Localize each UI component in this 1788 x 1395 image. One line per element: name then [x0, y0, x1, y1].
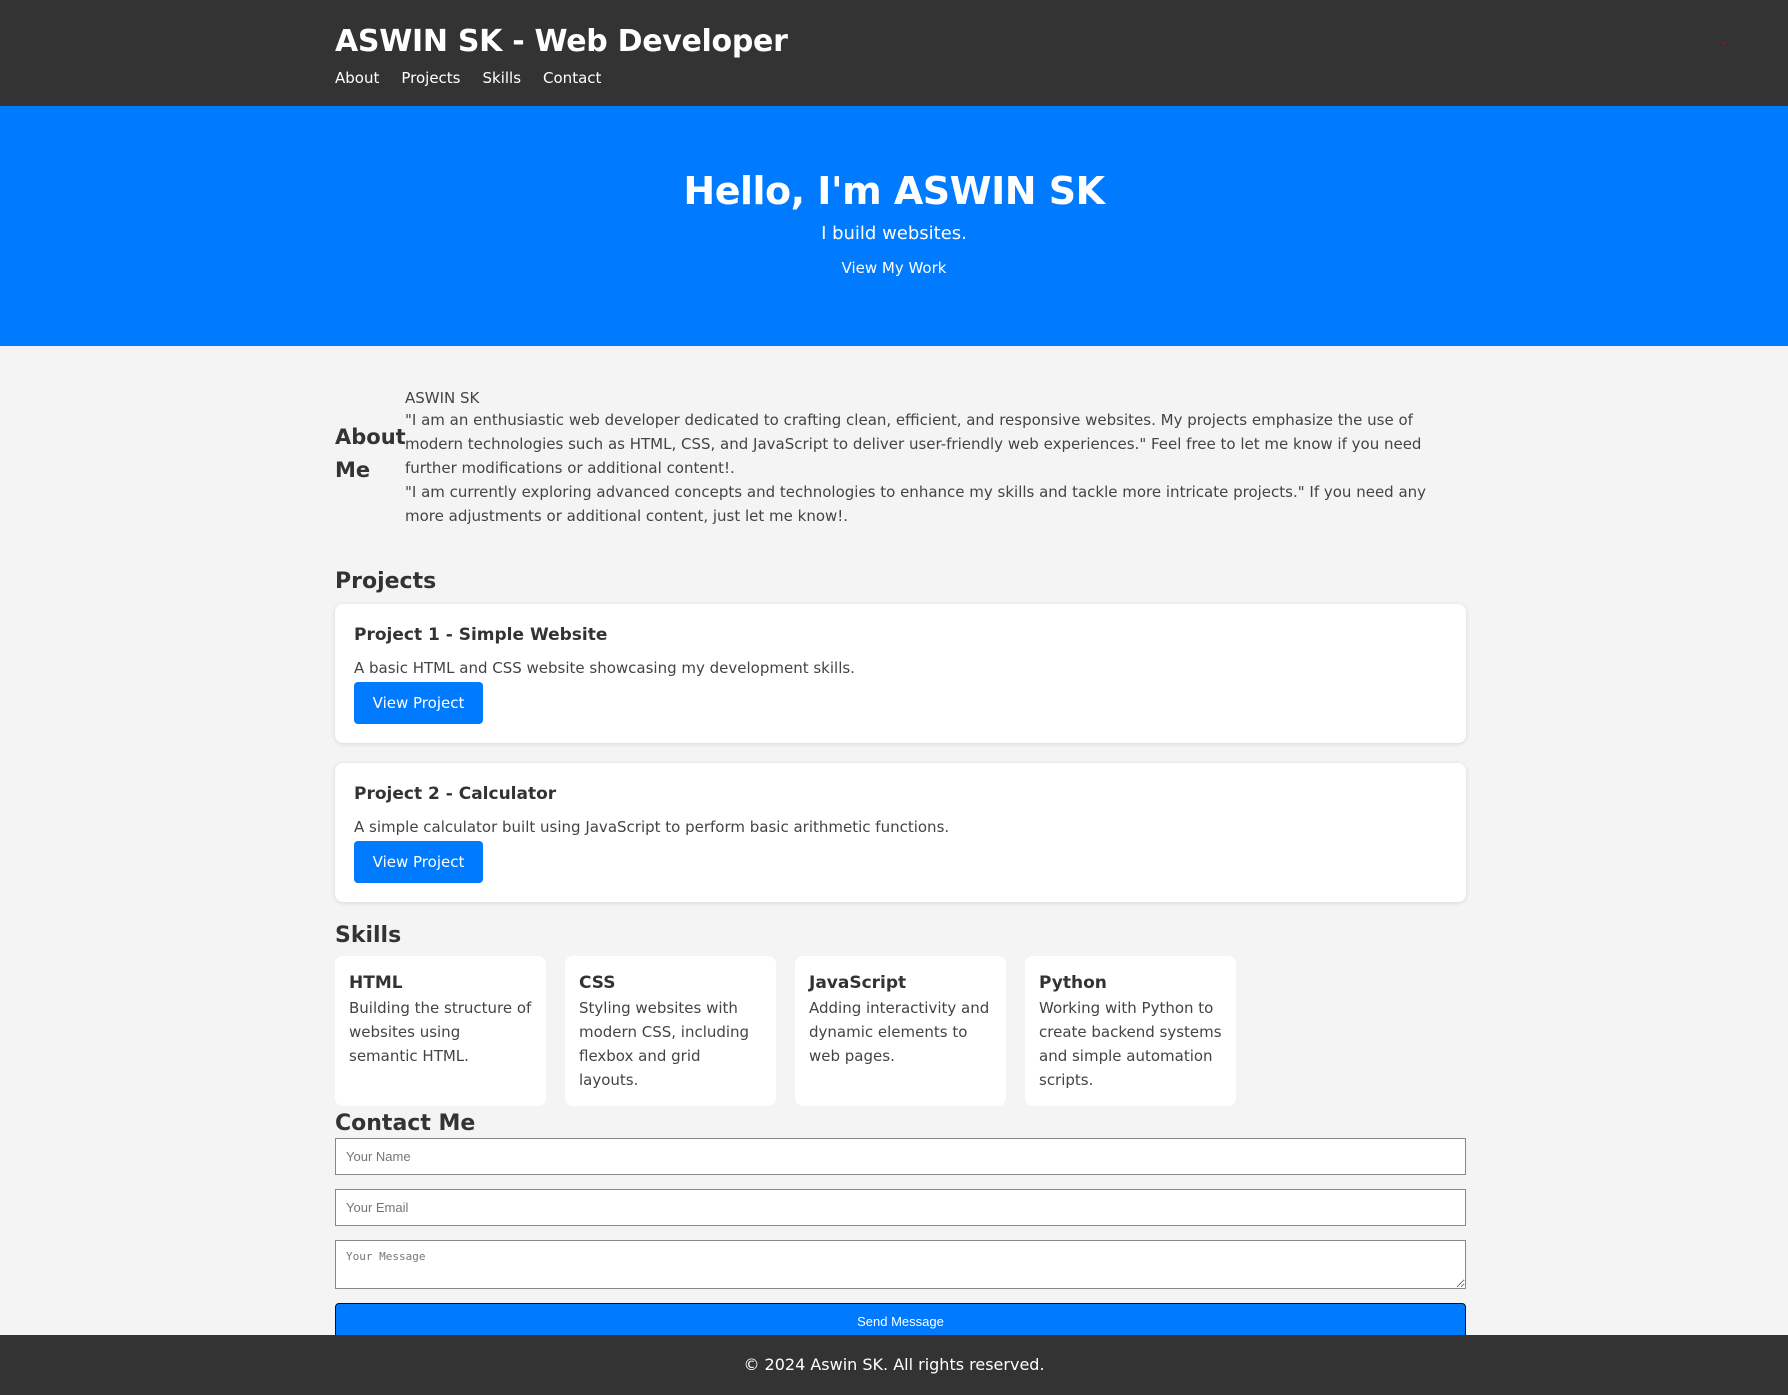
send-message-button[interactable]: Send Message — [335, 1303, 1466, 1339]
hero-heading: Hello, I'm ASWIN SK — [683, 169, 1105, 213]
contact-section: Contact Me Send Message — [335, 1110, 1466, 1339]
skill-description: Styling websites with modern CSS, includ… — [579, 999, 750, 1089]
message-textarea[interactable] — [335, 1240, 1466, 1289]
about-paragraph-1: "I am an enthusiastic web developer dedi… — [405, 411, 1422, 477]
nav-link-contact[interactable]: Contact — [543, 68, 601, 88]
nav-link-projects[interactable]: Projects — [401, 68, 460, 88]
skill-name: CSS — [579, 973, 616, 993]
skills-section: Skills HTML Building the structure of we… — [335, 922, 1466, 1106]
skill-card-javascript: JavaScript Adding interactivity and dyna… — [795, 956, 1006, 1106]
main-nav: About Projects Skills Contact — [335, 68, 1466, 88]
about-content: ASWIN SK "I am an enthusiastic web devel… — [405, 386, 1466, 528]
project-title: Project 2 - Calculator — [354, 784, 557, 804]
skill-name: Python — [1039, 973, 1107, 993]
project-card-2: Project 2 - Calculator A simple calculat… — [335, 763, 1466, 902]
profile-image: ASWIN SK — [405, 389, 480, 407]
project-card-1: Project 1 - Simple Website A basic HTML … — [335, 604, 1466, 743]
contact-form: Send Message — [335, 1138, 1466, 1339]
site-title: ASWIN SK - Web Developer — [335, 24, 788, 59]
skill-name: HTML — [349, 973, 403, 993]
skill-description: Adding interactivity and dynamic element… — [809, 999, 990, 1065]
name-input[interactable] — [335, 1138, 1466, 1175]
project-description: A basic HTML and CSS website showcasing … — [354, 659, 855, 677]
skill-name: JavaScript — [809, 973, 907, 993]
about-section: About Me ASWIN SK "I am an enthusiastic … — [335, 386, 1466, 528]
view-project-button-2[interactable]: View Project — [354, 841, 483, 883]
contact-title: Contact Me — [335, 1111, 476, 1136]
projects-section: Projects Project 1 - Simple Website A ba… — [335, 568, 1466, 902]
projects-title: Projects — [335, 569, 437, 594]
copyright-text: © 2024 Aswin SK. All rights reserved. — [743, 1355, 1045, 1374]
skills-grid: HTML Building the structure of websites … — [335, 956, 1466, 1106]
nav-link-skills[interactable]: Skills — [483, 68, 522, 88]
about-paragraph-2: "I am currently exploring advanced conce… — [405, 483, 1427, 525]
site-footer: © 2024 Aswin SK. All rights reserved. — [0, 1335, 1788, 1395]
skill-card-python: Python Working with Python to create bac… — [1025, 956, 1236, 1106]
skill-card-css: CSS Styling websites with modern CSS, in… — [565, 956, 776, 1106]
about-title: About Me — [335, 425, 406, 482]
hero-section: Hello, I'm ASWIN SK I build websites. Vi… — [0, 106, 1788, 346]
project-description: A simple calculator built using JavaScri… — [354, 818, 950, 836]
skills-title: Skills — [335, 923, 402, 948]
skill-card-html: HTML Building the structure of websites … — [335, 956, 546, 1106]
hero-subtitle: I build websites. — [821, 223, 967, 244]
view-project-button-1[interactable]: View Project — [354, 682, 483, 724]
email-input[interactable] — [335, 1189, 1466, 1226]
site-header: ASWIN SK - Web Developer About Projects … — [0, 0, 1788, 106]
project-title: Project 1 - Simple Website — [354, 625, 608, 645]
nav-link-about[interactable]: About — [335, 68, 379, 88]
decorative-dot — [1723, 42, 1725, 44]
skill-description: Building the structure of websites using… — [349, 999, 532, 1065]
view-my-work-link[interactable]: View My Work — [842, 258, 947, 278]
skill-description: Working with Python to create backend sy… — [1039, 999, 1222, 1089]
